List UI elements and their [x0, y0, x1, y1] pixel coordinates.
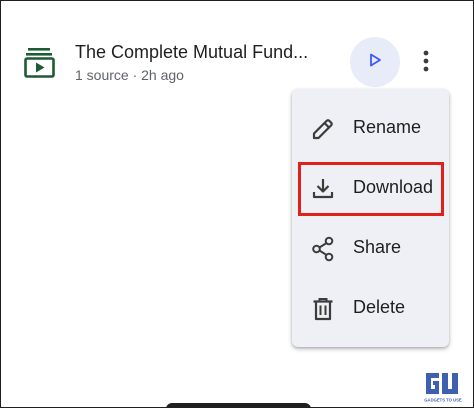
menu-item-share[interactable]: Share	[292, 218, 449, 278]
menu-item-label: Rename	[353, 117, 422, 137]
menu-item-rename[interactable]: Rename	[292, 98, 449, 158]
menu-item-label: Delete	[353, 297, 406, 317]
share-icon	[310, 236, 336, 262]
menu-item-label: Share	[353, 237, 402, 257]
play-icon	[367, 52, 383, 73]
notebook-play-icon	[23, 45, 57, 79]
notebook-subtitle: 1 source · 2h ago	[75, 67, 184, 83]
play-button[interactable]	[350, 37, 400, 87]
screenshot-frame: The Complete Mutual Fund... 1 source · 2…	[0, 0, 474, 408]
more-options-button[interactable]	[411, 45, 441, 81]
notebook-list-item[interactable]: The Complete Mutual Fund... 1 source · 2…	[1, 1, 473, 101]
gadgets-to-use-logo: GADGETS TO USE	[423, 370, 463, 404]
gesture-bar	[166, 403, 311, 407]
pencil-icon	[310, 116, 336, 142]
download-highlight-box	[298, 162, 444, 216]
more-vert-icon	[422, 49, 430, 78]
menu-item-delete[interactable]: Delete	[292, 278, 449, 338]
notebook-title: The Complete Mutual Fund...	[75, 42, 309, 62]
trash-icon	[310, 296, 336, 322]
svg-text:GADGETS TO USE: GADGETS TO USE	[424, 398, 462, 403]
context-menu: Rename Download Share Delete	[292, 89, 449, 347]
